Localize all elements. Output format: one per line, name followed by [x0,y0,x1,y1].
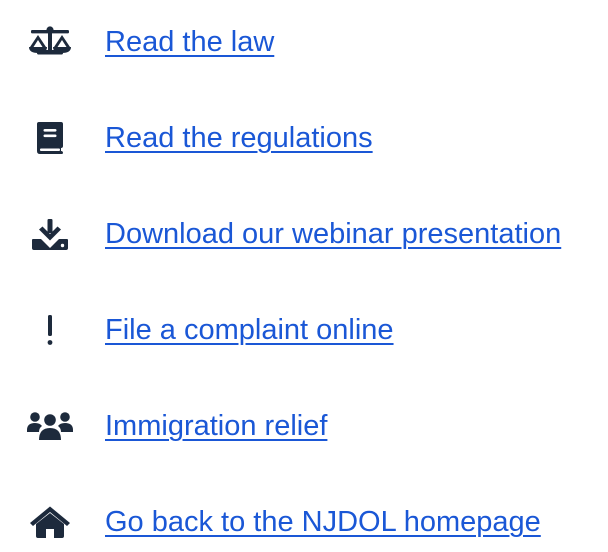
download-icon [24,218,76,250]
list-item-njdol-homepage: Go back to the NJDOL homepage [0,492,608,552]
list-item-file-complaint: File a complaint online [0,300,608,360]
list-item-immigration-relief: Immigration relief [0,396,608,456]
list-item-read-the-regulations: Read the regulations [0,108,608,168]
immigration-relief-link[interactable]: Immigration relief [105,408,327,444]
list-item-read-the-law: Read the law [0,12,608,72]
download-webinar-link[interactable]: Download our webinar presentation [105,216,561,252]
list-item-download-webinar: Download our webinar presentation [0,204,608,264]
book-icon [24,122,76,154]
read-the-regulations-link[interactable]: Read the regulations [105,120,373,156]
scales-of-justice-icon [24,26,76,58]
home-icon [24,506,76,538]
file-complaint-link[interactable]: File a complaint online [105,312,394,348]
read-the-law-link[interactable]: Read the law [105,24,274,60]
people-group-icon [24,410,76,442]
exclamation-icon [24,314,76,346]
njdol-homepage-link[interactable]: Go back to the NJDOL homepage [105,504,541,540]
